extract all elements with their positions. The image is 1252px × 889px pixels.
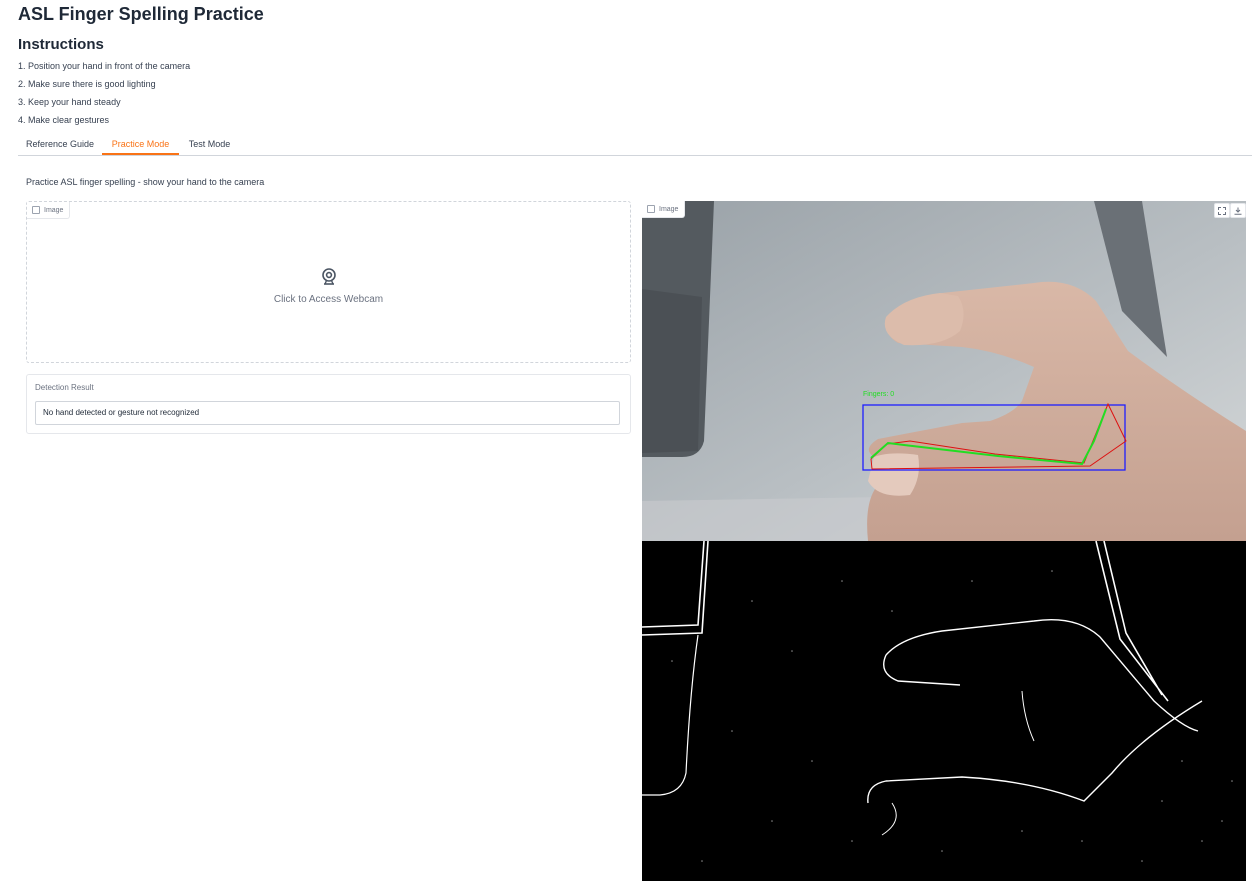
fingers-overlay-text: Fingers: 0 bbox=[863, 391, 894, 398]
output-image: Fingers: 0 Image bbox=[642, 201, 1246, 881]
instruction-step: 1. Position your hand in front of the ca… bbox=[18, 61, 191, 71]
output-image-label-text: Image bbox=[659, 205, 679, 213]
instructions-list: 1. Position your hand in front of the ca… bbox=[18, 59, 190, 131]
detection-result-panel: Detection Result No hand detected or ges… bbox=[26, 374, 631, 434]
tab-reference-guide[interactable]: Reference Guide bbox=[18, 134, 102, 154]
fullscreen-icon bbox=[1218, 206, 1226, 215]
instruction-step: 3. Keep your hand steady bbox=[18, 97, 121, 107]
tab-test-mode[interactable]: Test Mode bbox=[179, 134, 240, 154]
practice-subtitle: Practice ASL finger spelling - show your… bbox=[26, 177, 265, 187]
image-icon bbox=[647, 205, 655, 213]
image-icon bbox=[32, 206, 40, 214]
camera-frame: Fingers: 0 bbox=[642, 201, 1246, 541]
page-title: ASL Finger Spelling Practice bbox=[18, 4, 264, 24]
webcam-icon bbox=[321, 268, 336, 285]
access-webcam-button[interactable]: Click to Access Webcam bbox=[27, 268, 630, 305]
webcam-text: Click to Access Webcam bbox=[273, 294, 384, 305]
fullscreen-button[interactable] bbox=[1214, 203, 1230, 218]
tab-bar: Reference Guide Practice Mode Test Mode bbox=[18, 134, 1252, 156]
tab-practice-mode[interactable]: Practice Mode bbox=[102, 134, 179, 155]
input-image-label-text: Image bbox=[44, 206, 64, 214]
output-image-label: Image bbox=[642, 201, 686, 218]
webcam-input[interactable]: Image Click to Access Webcam bbox=[26, 201, 631, 363]
instruction-step: 4. Make clear gestures bbox=[18, 115, 110, 125]
instructions-heading: Instructions bbox=[18, 36, 104, 53]
detection-result-field[interactable]: No hand detected or gesture not recogniz… bbox=[35, 401, 620, 425]
instruction-step: 2. Make sure there is good lighting bbox=[18, 79, 156, 89]
detection-result-label: Detection Result bbox=[35, 383, 94, 392]
input-image-label: Image bbox=[27, 202, 71, 219]
edge-frame bbox=[642, 541, 1246, 881]
download-button[interactable] bbox=[1230, 203, 1246, 218]
download-icon bbox=[1234, 207, 1242, 215]
